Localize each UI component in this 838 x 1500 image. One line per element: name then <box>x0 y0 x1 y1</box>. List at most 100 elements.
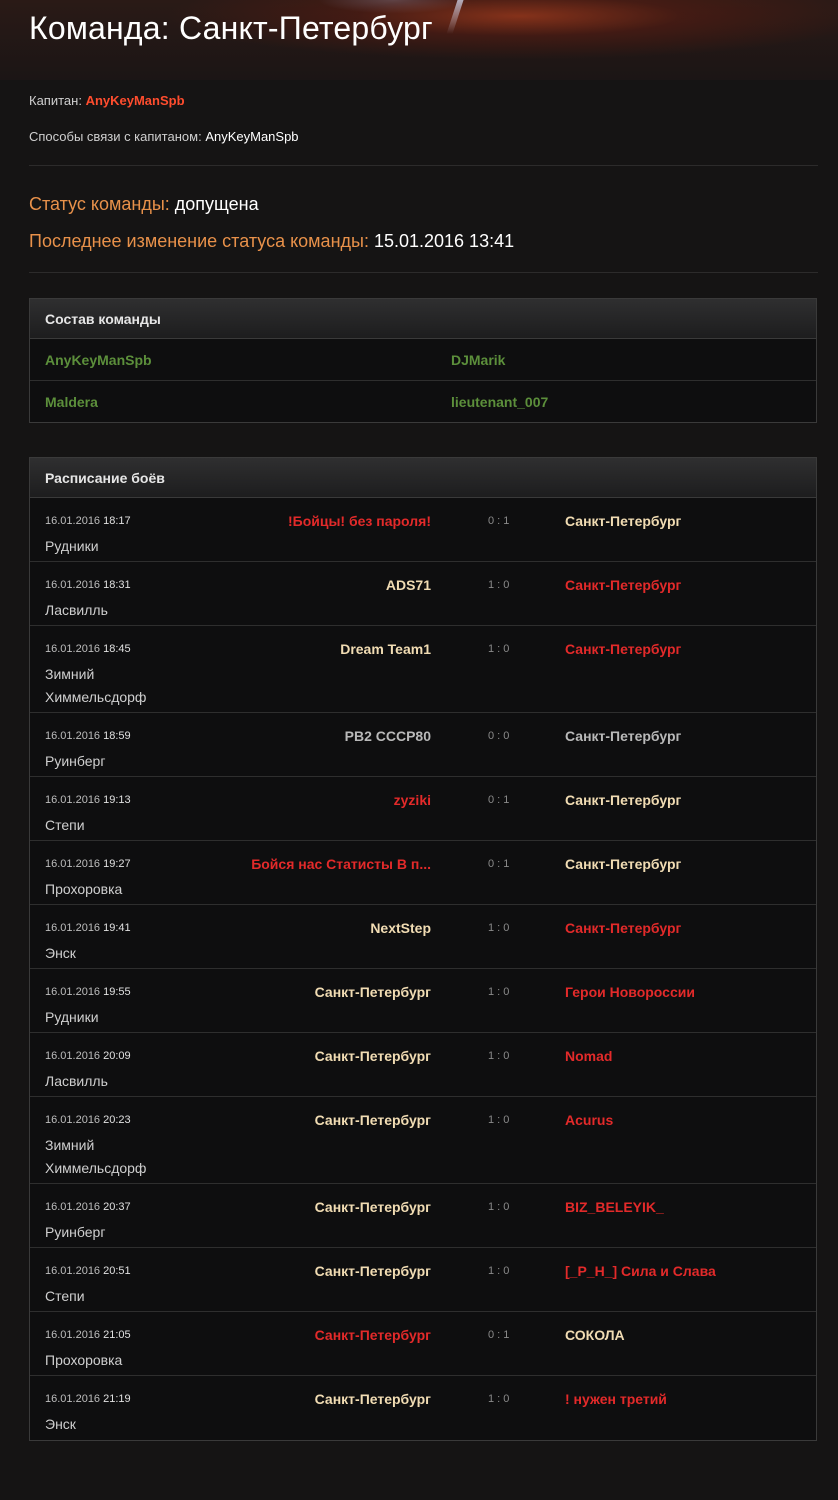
match-time: 18:17 <box>103 515 131 527</box>
match-score: 1 : 0 <box>488 643 510 655</box>
match-team-left[interactable]: Dream Team1 <box>340 641 431 657</box>
member-link[interactable]: lieutenant_007 <box>451 394 548 410</box>
match-row: 16.01.2016 18:45 Зимний Химмельсдорф Dream… <box>30 626 816 713</box>
match-time: 18:45 <box>103 643 131 655</box>
match-row: 16.01.2016 21:19 Энск Санкт-Петербург 1 : 0… <box>30 1376 816 1440</box>
match-team-right[interactable]: Санкт-Петербург <box>565 513 681 529</box>
match-date: 16.01.2016 <box>45 1393 101 1405</box>
match-row: 16.01.2016 20:09 Ласвилль Санкт-Петербург 1… <box>30 1033 816 1097</box>
match-map: Рудники <box>45 538 99 554</box>
schedule-panel: Расписание боёв 16.01.2016 18:17 Рудники!… <box>29 457 817 1441</box>
match-team-right[interactable]: Acurus <box>565 1112 613 1128</box>
divider <box>29 272 818 273</box>
match-team-right[interactable]: Санкт-Петербург <box>565 856 681 872</box>
match-team-left[interactable]: Санкт-Петербург <box>315 1112 431 1128</box>
match-team-left[interactable]: Бойся нас Статисты В п... <box>251 856 431 872</box>
roster-row: AnyKeyManSpb DJMarik <box>30 339 816 381</box>
match-datetime: 16.01.2016 19:13 <box>45 794 131 806</box>
status-changed-value: 15.01.2016 13:41 <box>373 231 515 251</box>
status-changed-label: Последнее изменение статуса команды: <box>29 231 369 251</box>
match-date: 16.01.2016 <box>45 1114 101 1126</box>
match-team-left[interactable]: !Бойцы! без пароля! <box>288 513 431 529</box>
match-score: 1 : 0 <box>488 1393 510 1405</box>
match-row: 16.01.2016 20:51 Степи Санкт-Петербург 1 : … <box>30 1248 816 1312</box>
match-date: 16.01.2016 <box>45 794 101 806</box>
match-row: 16.01.2016 19:27 Прохоровка Бойся нас Стат… <box>30 841 816 905</box>
match-datetime: 16.01.2016 19:41 <box>45 922 131 934</box>
captain-link[interactable]: AnyKeyManSpb <box>86 93 185 108</box>
match-team-right[interactable]: Nomad <box>565 1048 612 1064</box>
match-datetime: 16.01.2016 18:45 <box>45 643 131 655</box>
match-row: 16.01.2016 19:41 Энск NextStep 1 : 0 Санкт-П… <box>30 905 816 969</box>
match-team-right[interactable]: Санкт-Петербург <box>565 920 681 936</box>
match-score: 1 : 0 <box>488 1050 510 1062</box>
match-datetime: 16.01.2016 20:37 <box>45 1201 131 1213</box>
page-title: Команда: Санкт-Петербург <box>29 10 433 46</box>
match-team-left[interactable]: Санкт-Петербург <box>315 1391 431 1407</box>
match-time: 20:09 <box>103 1050 131 1062</box>
match-map: Зимний Химмельсдорф <box>45 666 147 705</box>
match-row: 16.01.2016 18:59 Руинберг PB2 CCCP80 0 : 0 С… <box>30 713 816 777</box>
match-team-right[interactable]: BIZ_BELEYIK_ <box>565 1199 664 1215</box>
contact-line: Способы связи с капитаном: AnyKeyManSpb <box>29 129 299 144</box>
banner-light-streak <box>446 0 464 34</box>
match-time: 20:37 <box>103 1201 131 1213</box>
match-date: 16.01.2016 <box>45 858 101 870</box>
match-datetime: 16.01.2016 18:59 <box>45 730 131 742</box>
match-date: 16.01.2016 <box>45 579 101 591</box>
match-date: 16.01.2016 <box>45 1201 101 1213</box>
match-team-left[interactable]: PB2 CCCP80 <box>345 728 431 744</box>
match-score: 0 : 1 <box>488 794 510 806</box>
roster-title: Состав команды <box>30 299 816 339</box>
match-date: 16.01.2016 <box>45 1329 101 1341</box>
match-time: 20:23 <box>103 1114 131 1126</box>
match-datetime: 16.01.2016 20:23 <box>45 1114 131 1126</box>
match-team-right[interactable]: Санкт-Петербург <box>565 792 681 808</box>
match-time: 18:59 <box>103 730 131 742</box>
member-link[interactable]: Maldera <box>45 394 98 410</box>
match-score: 1 : 0 <box>488 579 510 591</box>
match-team-left[interactable]: ADS71 <box>386 577 431 593</box>
match-team-right[interactable]: [_P_H_] Сила и Слава <box>565 1263 716 1279</box>
match-datetime: 16.01.2016 20:09 <box>45 1050 131 1062</box>
match-team-left[interactable]: NextStep <box>370 920 431 936</box>
match-time: 18:31 <box>103 579 131 591</box>
roster-row: Maldera lieutenant_007 <box>30 381 816 422</box>
match-team-right[interactable]: Герои Новороссии <box>565 984 695 1000</box>
match-team-right[interactable]: СОКОЛА <box>565 1327 625 1343</box>
match-map: Ласвилль <box>45 1073 108 1089</box>
match-team-left[interactable]: Санкт-Петербург <box>315 1048 431 1064</box>
match-datetime: 16.01.2016 19:27 <box>45 858 131 870</box>
match-datetime: 16.01.2016 21:19 <box>45 1393 131 1405</box>
captain-line: Капитан: AnyKeyManSpb <box>29 93 185 108</box>
match-team-right[interactable]: Санкт-Петербург <box>565 577 681 593</box>
roster-panel: Состав команды AnyKeyManSpb DJMarik Mald… <box>29 298 817 423</box>
match-date: 16.01.2016 <box>45 515 101 527</box>
match-team-right[interactable]: Санкт-Петербург <box>565 641 681 657</box>
match-row: 16.01.2016 19:13 Степи zyziki 0 : 1 Санкт-Пе… <box>30 777 816 841</box>
member-link[interactable]: DJMarik <box>451 352 505 368</box>
member-link[interactable]: AnyKeyManSpb <box>45 352 152 368</box>
match-list: 16.01.2016 18:17 Рудники !Бойцы! без парол… <box>30 498 816 1440</box>
match-datetime: 16.01.2016 18:17 <box>45 515 131 527</box>
match-map: Руинберг <box>45 753 106 769</box>
match-team-right[interactable]: ! нужен третий <box>565 1391 667 1407</box>
match-date: 16.01.2016 <box>45 1050 101 1062</box>
match-row: 16.01.2016 18:17 Рудники !Бойцы! без парол… <box>30 498 816 562</box>
match-score: 1 : 0 <box>488 922 510 934</box>
match-row: 16.01.2016 19:55 Рудники Санкт-Петербург 1 … <box>30 969 816 1033</box>
match-map: Ласвилль <box>45 602 108 618</box>
match-team-left[interactable]: Санкт-Петербург <box>315 984 431 1000</box>
match-date: 16.01.2016 <box>45 1265 101 1277</box>
match-team-left[interactable]: zyziki <box>394 792 431 808</box>
match-team-left[interactable]: Санкт-Петербург <box>315 1327 431 1343</box>
match-date: 16.01.2016 <box>45 643 101 655</box>
match-score: 0 : 1 <box>488 858 510 870</box>
match-score: 1 : 0 <box>488 986 510 998</box>
match-team-left[interactable]: Санкт-Петербург <box>315 1199 431 1215</box>
match-score: 0 : 0 <box>488 730 510 742</box>
match-team-right[interactable]: Санкт-Петербург <box>565 728 681 744</box>
match-date: 16.01.2016 <box>45 730 101 742</box>
match-score: 0 : 1 <box>488 1329 510 1341</box>
match-team-left[interactable]: Санкт-Петербург <box>315 1263 431 1279</box>
